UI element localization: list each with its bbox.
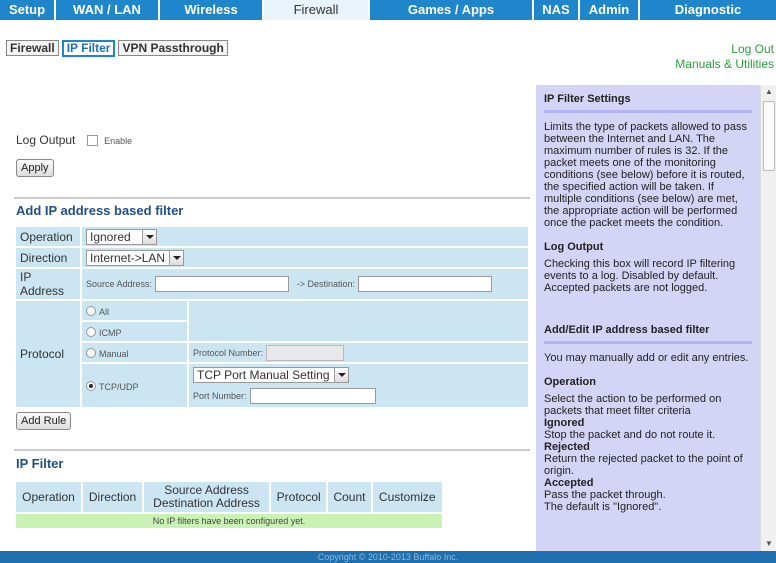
nav-tab-admin[interactable]: Admin bbox=[580, 0, 640, 20]
help-log-title: Log Output bbox=[544, 241, 604, 253]
nav-tab-nas[interactable]: NAS bbox=[534, 0, 580, 20]
scroll-thumb[interactable] bbox=[763, 101, 775, 171]
add-filter-title: Add IP address based filter bbox=[16, 203, 184, 218]
add-filter-form: Operation Ignored Direction Internet->LA… bbox=[14, 225, 530, 409]
protocol-label: Protocol bbox=[16, 301, 80, 407]
protocol-number-input[interactable] bbox=[266, 344, 345, 361]
tcp-port-select[interactable]: TCP Port Manual Setting bbox=[193, 367, 349, 383]
col-operation: Operation bbox=[16, 482, 82, 512]
nav-tab-setup[interactable]: Setup bbox=[0, 0, 56, 20]
col-direction: Direction bbox=[83, 482, 143, 512]
manuals-link[interactable]: Manuals & Utilities bbox=[675, 57, 774, 72]
help-ignored-text: Stop the packet and do not route it. bbox=[544, 429, 716, 441]
tcp-port-value: TCP Port Manual Setting bbox=[197, 368, 330, 382]
col-destination-address: Destination Address bbox=[153, 496, 260, 510]
col-customize: Customize bbox=[372, 482, 442, 512]
nav-tab-diagnostic[interactable]: Diagnostic bbox=[640, 0, 776, 20]
protocol-all-label: All bbox=[99, 306, 110, 317]
operation-select[interactable]: Ignored bbox=[86, 228, 157, 245]
help-rejected-title: Rejected bbox=[544, 441, 590, 453]
col-count: Count bbox=[328, 482, 371, 512]
direction-value: Internet->LAN bbox=[90, 250, 166, 265]
help-intro: Limits the type of packets allowed to pa… bbox=[544, 121, 747, 229]
top-navigation: Setup WAN / LAN Wireless Firewall Games … bbox=[0, 0, 776, 20]
protocol-all-radio[interactable] bbox=[86, 306, 96, 317]
nav-spacer bbox=[0, 20, 776, 40]
log-enable-checkbox[interactable] bbox=[86, 135, 98, 147]
scroll-up-icon[interactable]: ▲ bbox=[761, 85, 776, 99]
help-default-text: The default is "Ignored". bbox=[544, 501, 662, 513]
chevron-down-icon bbox=[169, 250, 184, 265]
help-divider bbox=[544, 341, 752, 344]
protocol-tcpudp-label: TCP/UDP bbox=[99, 381, 139, 392]
help-panel: IP Filter Settings Limits the type of pa… bbox=[536, 85, 760, 551]
ip-filter-table: Operation Direction Source Address Desti… bbox=[14, 480, 444, 530]
ip-filter-list-title: IP Filter bbox=[16, 456, 64, 471]
help-add-title: Add/Edit IP address based filter bbox=[544, 324, 710, 336]
nav-tab-wan-lan[interactable]: WAN / LAN bbox=[56, 0, 160, 20]
chevron-down-icon bbox=[142, 229, 156, 244]
log-output-label: Log Output bbox=[16, 133, 76, 147]
direction-label: Direction bbox=[16, 248, 80, 267]
subtab-vpn-passthrough[interactable]: VPN Passthrough bbox=[118, 40, 228, 56]
nav-tab-games-apps[interactable]: Games / Apps bbox=[370, 0, 534, 20]
protocol-manual-label: Manual bbox=[99, 348, 129, 359]
divider bbox=[14, 197, 530, 199]
help-operation-text: Select the action to be performed on pac… bbox=[544, 393, 722, 417]
protocol-tcpudp-radio[interactable] bbox=[86, 381, 96, 392]
direction-select[interactable]: Internet->LAN bbox=[86, 249, 185, 266]
subtab-ip-filter[interactable]: IP Filter bbox=[61, 40, 116, 57]
help-rejected-text: Return the rejected packet to the point … bbox=[544, 453, 743, 477]
subtab-firewall[interactable]: Firewall bbox=[6, 40, 59, 56]
protocol-icmp-radio[interactable] bbox=[86, 327, 96, 338]
operation-value: Ignored bbox=[90, 229, 131, 244]
col-source-destination: Source Address Destination Address bbox=[144, 482, 269, 512]
ip-address-label: IP Address bbox=[16, 269, 80, 299]
port-number-label: Port Number: bbox=[193, 391, 247, 401]
col-protocol: Protocol bbox=[270, 482, 327, 512]
empty-list-message: No IP filters have been configured yet. bbox=[16, 514, 442, 528]
source-address-input[interactable] bbox=[155, 276, 290, 292]
nav-tab-wireless[interactable]: Wireless bbox=[160, 0, 264, 20]
destination-label: -> Destination: bbox=[296, 279, 356, 290]
log-output-row: Log Output Enable bbox=[16, 133, 132, 147]
logout-link[interactable]: Log Out bbox=[675, 42, 774, 57]
nav-tab-firewall[interactable]: Firewall bbox=[264, 0, 370, 20]
protocol-icmp-label: ICMP bbox=[99, 327, 122, 338]
copyright-text: Copyright © 2010-2013 Buffalo Inc. bbox=[317, 552, 459, 562]
apply-button[interactable]: Apply bbox=[16, 159, 54, 177]
help-divider bbox=[544, 110, 752, 113]
log-enable-label: Enable bbox=[104, 136, 133, 146]
protocol-number-label: Protocol Number: bbox=[193, 347, 264, 358]
sub-navigation: Firewall IP Filter VPN Passthrough bbox=[6, 40, 228, 57]
help-ignored-title: Ignored bbox=[544, 417, 585, 429]
protocol-manual-radio[interactable] bbox=[86, 348, 96, 359]
port-number-input[interactable] bbox=[249, 387, 376, 404]
help-scrollbar[interactable]: ▲ ▼ bbox=[760, 85, 776, 551]
scroll-down-icon[interactable]: ▼ bbox=[761, 537, 776, 551]
help-log-text: Checking this box will record IP filteri… bbox=[544, 258, 736, 294]
destination-address-input[interactable] bbox=[358, 276, 493, 292]
divider bbox=[14, 449, 530, 451]
chevron-down-icon bbox=[333, 368, 348, 382]
help-title: IP Filter Settings bbox=[544, 93, 631, 105]
help-add-text: You may manually add or edit any entries… bbox=[544, 352, 749, 364]
help-operation-title: Operation bbox=[544, 376, 596, 388]
operation-label: Operation bbox=[16, 227, 80, 246]
help-accepted-title: Accepted bbox=[544, 477, 594, 489]
footer: Copyright © 2010-2013 Buffalo Inc. bbox=[0, 551, 776, 563]
add-rule-button[interactable]: Add Rule bbox=[16, 412, 72, 430]
help-accepted-text: Pass the packet through. bbox=[544, 489, 666, 501]
top-links: Log Out Manuals & Utilities bbox=[675, 42, 774, 72]
source-address-label: Source Address: bbox=[86, 279, 153, 290]
